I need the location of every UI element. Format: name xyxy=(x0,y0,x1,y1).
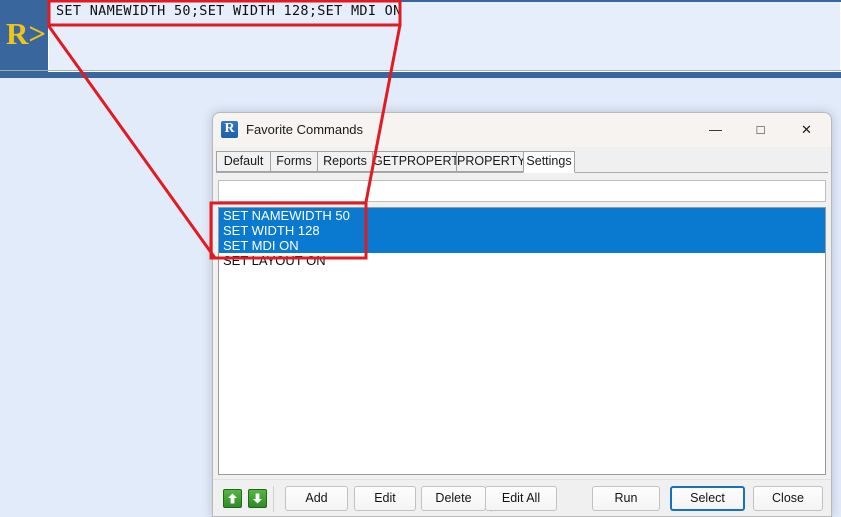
button-bar-separator-1 xyxy=(273,486,274,512)
minimize-icon[interactable]: — xyxy=(693,113,738,146)
commands-listbox[interactable]: SET NAMEWIDTH 50 SET WIDTH 128 SET MDI O… xyxy=(218,207,826,475)
tab-forms[interactable]: Forms xyxy=(270,151,318,172)
console-prompt-label: R> xyxy=(6,16,47,51)
run-button[interactable]: Run xyxy=(592,486,660,511)
close-icon[interactable]: ✕ xyxy=(784,113,829,146)
add-button[interactable]: Add xyxy=(285,486,348,511)
console-gutter: R> xyxy=(0,0,48,72)
arrow-down-icon[interactable] xyxy=(248,489,267,508)
list-item[interactable]: SET MDI ON xyxy=(219,238,825,253)
tabstrip: Default Forms Reports GETPROPERTY PROPER… xyxy=(216,151,828,173)
edit-all-button[interactable]: Edit All xyxy=(485,486,557,511)
console-hairline xyxy=(0,70,841,71)
console-top-rule xyxy=(48,0,841,2)
close-button[interactable]: Close xyxy=(753,486,823,511)
delete-button[interactable]: Delete xyxy=(421,486,486,511)
console-strip: R> SET NAMEWIDTH 50;SET WIDTH 128;SET MD… xyxy=(0,0,841,78)
tab-reports[interactable]: Reports xyxy=(317,151,373,172)
search-input[interactable] xyxy=(218,180,826,202)
dialog-button-bar: Add Edit Delete Edit All Run Select Clos… xyxy=(213,479,831,516)
list-item[interactable]: SET NAMEWIDTH 50 xyxy=(219,208,825,223)
maximize-icon[interactable]: □ xyxy=(738,113,783,146)
list-item[interactable]: SET LAYOUT ON xyxy=(219,253,825,268)
favorite-commands-app-icon: R xyxy=(221,121,238,138)
app-icon-glyph: R xyxy=(224,121,235,136)
favorite-commands-dialog: R Favorite Commands — □ ✕ Default Forms … xyxy=(212,112,832,517)
tab-property[interactable]: PROPERTY xyxy=(456,151,526,172)
arrow-up-icon[interactable] xyxy=(223,489,242,508)
select-button[interactable]: Select xyxy=(670,486,745,511)
tab-getproperty[interactable]: GETPROPERTY xyxy=(372,151,467,172)
console-bottom-rule xyxy=(0,72,841,78)
dialog-titlebar[interactable]: R Favorite Commands — □ ✕ xyxy=(213,113,831,147)
tab-default[interactable]: Default xyxy=(216,151,271,172)
tab-settings[interactable]: Settings xyxy=(523,151,575,173)
list-item[interactable]: SET WIDTH 128 xyxy=(219,223,825,238)
edit-button[interactable]: Edit xyxy=(354,486,416,511)
dialog-title: Favorite Commands xyxy=(246,122,364,137)
console-command-text[interactable]: SET NAMEWIDTH 50;SET WIDTH 128;SET MDI O… xyxy=(56,3,402,19)
